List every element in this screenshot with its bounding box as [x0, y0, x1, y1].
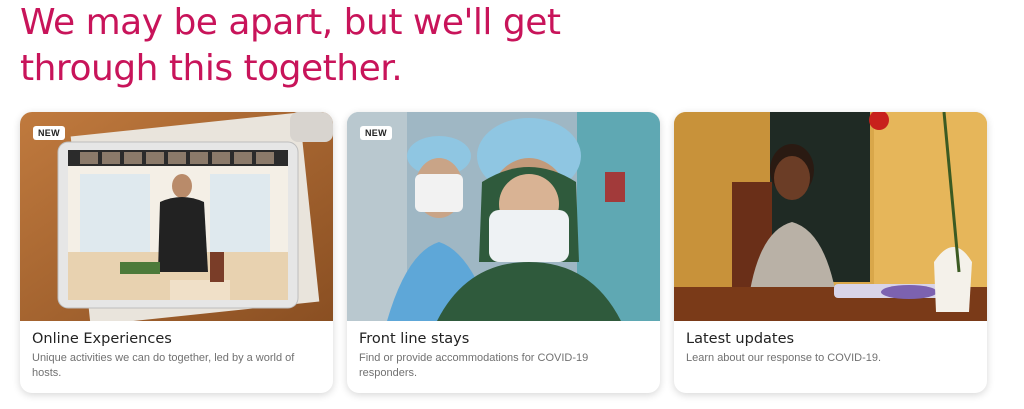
new-badge: NEW: [33, 126, 65, 140]
card-latest-updates[interactable]: Latest updates Learn about our response …: [674, 112, 987, 393]
card-title: Online Experiences: [32, 331, 172, 347]
card-online-experiences[interactable]: NEW Online Experiences Unique activities…: [20, 112, 333, 393]
page-headline: We may be apart, but we'll get through t…: [20, 0, 740, 92]
headline-line-2: through this together.: [20, 48, 403, 89]
card-description: Unique activities we can do together, le…: [32, 352, 295, 379]
tablet-video-call-photo: NEW: [20, 112, 333, 321]
card-title: Latest updates: [686, 331, 795, 347]
card-row: NEW Online Experiences Unique activities…: [20, 112, 987, 393]
woman-at-table-photo: [674, 112, 987, 321]
new-badge: NEW: [360, 126, 392, 140]
masked-healthcare-workers-photo: NEW: [347, 112, 660, 321]
card-title: Front line stays: [359, 331, 470, 347]
headline-line-1: We may be apart, but we'll get: [20, 2, 561, 43]
card-description: Find or provide accommodations for COVID…: [359, 352, 589, 379]
card-description: Learn about our response to COVID-19.: [686, 352, 882, 364]
card-front-line-stays[interactable]: NEW Front line stays Find or provide acc…: [347, 112, 660, 393]
